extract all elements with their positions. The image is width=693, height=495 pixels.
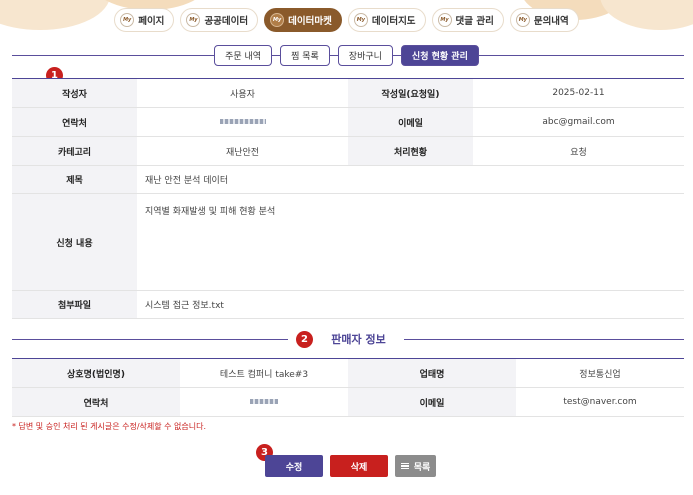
tab-public-data[interactable]: My 공공데이터	[180, 8, 259, 32]
company-label: 상호명(법인명)	[12, 358, 180, 388]
seller-section-header: 2 판매자 정보	[0, 331, 693, 348]
seller-email-label: 이메일	[348, 387, 516, 417]
table-row: 상호명(법인명) 테스트 컴퍼니 take#3 업태명 정보통신업	[12, 358, 684, 388]
my-icon: My	[437, 13, 452, 27]
date-label: 작성일(요청일)	[348, 78, 473, 108]
email-value: abc@gmail.com	[473, 107, 684, 137]
request-detail-table: 작성자 사용자 작성일(요청일) 2025-02-11 연락처 이메일 abc@…	[12, 78, 684, 319]
business-value: 정보통신업	[516, 358, 684, 388]
tab-data-market[interactable]: My 데이터마켓	[264, 8, 342, 32]
step-badge-2: 2	[296, 331, 313, 348]
sub-tab-cart[interactable]: 장바구니	[337, 45, 393, 66]
sub-tab-wishlist[interactable]: 찜 목록	[280, 45, 330, 66]
seller-email-value: test@naver.com	[516, 387, 684, 417]
contact-value	[137, 107, 348, 137]
tab-label: 데이터지도	[371, 16, 416, 27]
table-row: 카테고리 재난안전 처리현황 요청	[12, 136, 684, 166]
table-row: 연락처 이메일 test@naver.com	[12, 387, 684, 417]
divider	[12, 339, 288, 340]
masked-phone	[250, 399, 278, 404]
seller-section-title: 판매자 정보	[331, 333, 386, 346]
status-value: 요청	[473, 136, 684, 166]
edit-button-label: 수정	[285, 462, 303, 473]
my-icon: My	[515, 13, 530, 27]
table-row: 첨부파일 시스템 접근 정보.txt	[12, 290, 684, 319]
table-row: 신청 내용 지역별 화재발생 및 피해 현황 분석	[12, 193, 684, 291]
my-icon: My	[270, 13, 285, 27]
tab-my-page[interactable]: My 페이지	[114, 8, 175, 32]
category-value: 재난안전	[137, 136, 348, 166]
author-label: 작성자	[12, 78, 137, 108]
table-row: 제목 재난 안전 분석 데이터	[12, 165, 684, 194]
tab-label: 문의내역	[533, 16, 569, 27]
top-tab-bar: My 페이지 My 공공데이터 My 데이터마켓 My 데이터지도 My 댓글 …	[0, 8, 693, 32]
sub-tab-request-status[interactable]: 신청 현황 관리	[400, 45, 479, 66]
delete-button-label: 삭제	[350, 462, 368, 473]
tab-label: 공공데이터	[204, 16, 249, 27]
attachment-value[interactable]: 시스템 접근 정보.txt	[137, 290, 684, 319]
tab-label: 페이지	[138, 16, 165, 27]
content-value: 지역별 화재발생 및 피해 현황 분석	[137, 193, 684, 291]
masked-phone	[219, 119, 266, 124]
my-icon: My	[120, 13, 135, 27]
table-row: 작성자 사용자 작성일(요청일) 2025-02-11	[12, 78, 684, 108]
status-label: 처리현황	[348, 136, 473, 166]
seller-contact-label: 연락처	[12, 387, 180, 417]
delete-button[interactable]: 삭제	[330, 455, 388, 477]
table-row: 연락처 이메일 abc@gmail.com	[12, 107, 684, 137]
attachment-label: 첨부파일	[12, 290, 137, 319]
author-value: 사용자	[137, 78, 348, 108]
tab-label: 댓글 관리	[455, 16, 494, 27]
tab-comment-manage[interactable]: My 댓글 관리	[431, 8, 504, 32]
seller-contact-value	[180, 387, 348, 417]
divider	[404, 339, 684, 340]
email-label: 이메일	[348, 107, 473, 137]
contact-label: 연락처	[12, 107, 137, 137]
business-label: 업태명	[348, 358, 516, 388]
sub-tab-bar: 주문 내역 찜 목록 장바구니 신청 현황 관리	[0, 45, 693, 66]
list-button[interactable]: 목록	[395, 455, 436, 477]
seller-info-table: 상호명(법인명) 테스트 컴퍼니 take#3 업태명 정보통신업 연락처 이메…	[12, 358, 684, 417]
tab-inquiry[interactable]: My 문의내역	[509, 8, 579, 32]
list-button-label: 목록	[413, 462, 431, 473]
title-value: 재난 안전 분석 데이터	[137, 165, 684, 194]
company-value: 테스트 컴퍼니 take#3	[180, 358, 348, 388]
list-icon	[400, 463, 409, 469]
tab-data-map[interactable]: My 데이터지도	[347, 8, 426, 32]
my-icon: My	[186, 13, 201, 27]
category-label: 카테고리	[12, 136, 137, 166]
title-label: 제목	[12, 165, 137, 194]
my-icon: My	[353, 13, 368, 27]
tab-label: 데이터마켓	[288, 16, 332, 27]
edit-notice: * 답변 및 승인 처리 된 게시글은 수정/삭제할 수 없습니다.	[12, 422, 207, 431]
date-value: 2025-02-11	[473, 78, 684, 108]
sub-tab-orders[interactable]: 주문 내역	[214, 45, 273, 66]
content-label: 신청 내용	[12, 193, 137, 291]
edit-button[interactable]: 수정	[265, 455, 323, 477]
